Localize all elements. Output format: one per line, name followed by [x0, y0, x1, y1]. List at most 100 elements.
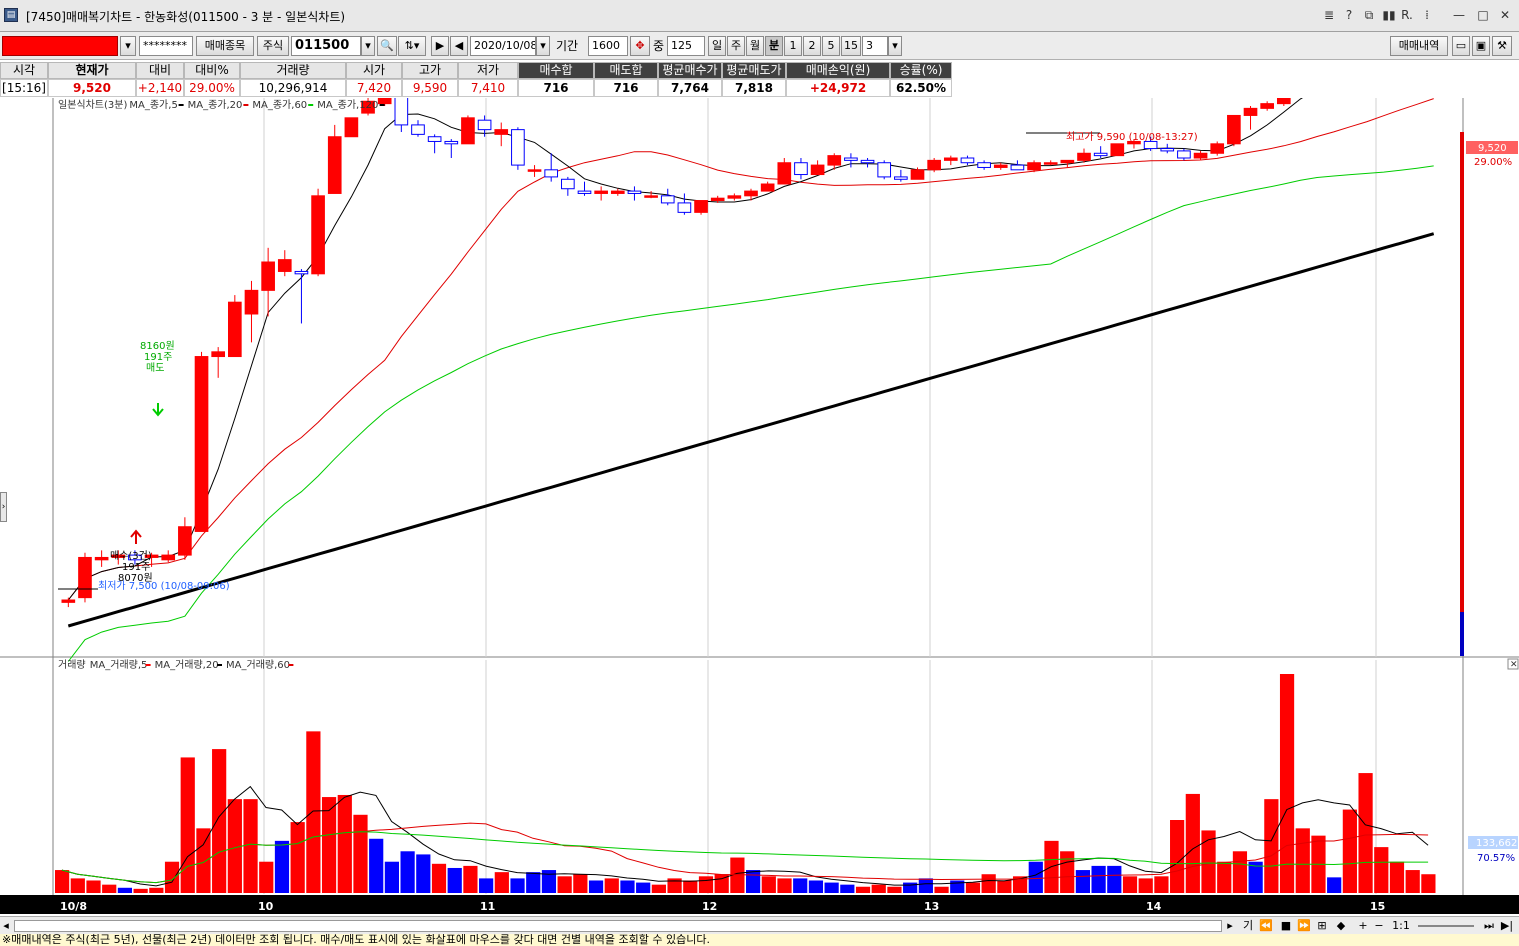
crosshair-icon[interactable]: ✥: [630, 36, 650, 56]
volume-bar-19: [353, 814, 368, 893]
date-input[interactable]: 2020/10/08: [470, 36, 536, 56]
save-icon[interactable]: ▣: [1472, 36, 1490, 56]
tf-15-button[interactable]: 15: [841, 36, 861, 56]
candle-body-32: [594, 190, 608, 194]
candle-body-60: [1060, 159, 1075, 164]
candle-body-73: [1276, 98, 1291, 105]
candle-body-15: [311, 195, 325, 275]
minimize-icon[interactable]: —: [1450, 6, 1468, 24]
volume-bar-0: [55, 870, 70, 893]
volume-bar-51: [855, 886, 871, 893]
price-legend-item-0: 일본식차트(3분): [58, 99, 127, 111]
menu-icon[interactable]: ≣: [1322, 6, 1336, 24]
volume-bar-62: [1028, 861, 1043, 893]
zoom-in-icon[interactable]: +: [1356, 919, 1370, 933]
play-forward-icon[interactable]: ▶: [431, 36, 449, 56]
folder-icon[interactable]: ▭: [1452, 36, 1470, 56]
search-icon[interactable]: 🔍: [377, 36, 397, 56]
volume-bar-2: [86, 880, 101, 893]
volume-bar-64: [1060, 851, 1075, 893]
volume-bar-16: [306, 731, 321, 893]
maximize-icon[interactable]: □: [1474, 6, 1492, 24]
volume-bar-74: [1217, 861, 1232, 893]
count-input[interactable]: 125: [667, 36, 705, 56]
zoom-slider[interactable]: [1418, 925, 1474, 927]
quote-header-4: 거래량: [240, 62, 346, 79]
side-panel-toggle[interactable]: ›: [0, 492, 7, 522]
rewind-icon[interactable]: ⏪: [1258, 919, 1274, 933]
tf-month-button[interactable]: 월: [746, 36, 764, 56]
volume-bar-21: [384, 861, 399, 893]
volume-legend-swatch-3: [288, 664, 294, 666]
period-icon[interactable]: 기: [1242, 919, 1254, 933]
candle-body-45: [810, 164, 825, 176]
wrench-icon[interactable]: ⚒: [1492, 36, 1512, 56]
sort-icon[interactable]: ⇅▾: [398, 36, 426, 56]
tf-day-button[interactable]: 일: [708, 36, 726, 56]
candle-body-25: [477, 119, 492, 131]
tf-dropdown-icon[interactable]: ▾: [888, 36, 902, 56]
volume-bar-65: [1075, 870, 1090, 893]
candle-body-63: [1110, 143, 1125, 157]
volume-bar-58: [965, 882, 981, 893]
buy-marker-price: 8070원: [118, 572, 153, 584]
password-field[interactable]: ********: [139, 36, 193, 56]
fast-forward-icon[interactable]: ⏩: [1296, 919, 1312, 933]
volume-bar-59: [981, 874, 996, 893]
period-input[interactable]: 1600: [588, 36, 628, 56]
tf-2-button[interactable]: 2: [803, 36, 821, 56]
trade-history-button[interactable]: 매매내역: [1390, 36, 1448, 56]
play-back-icon[interactable]: ◀: [450, 36, 468, 56]
tf-minute-button[interactable]: 분: [765, 36, 783, 56]
quote-value-8: 716: [518, 79, 594, 97]
x-axis-label-6: 15: [1370, 900, 1385, 913]
volume-bar-23: [416, 854, 431, 893]
volume-bar-34: [588, 880, 604, 893]
quote-value-2: +2,140: [136, 79, 184, 97]
chart-canvas[interactable]: 일본식차트(3분) MA_종가,5 MA_종가,20 MA_종가,60 MA_종가,12…: [0, 98, 1519, 918]
more-icon[interactable]: ⁞: [1420, 6, 1434, 24]
volume-bar-83: [1358, 773, 1373, 893]
candle-body-21: [411, 124, 425, 135]
scroll-right-icon[interactable]: ▸: [1224, 919, 1236, 933]
quote-value-5: 7,420: [346, 79, 402, 97]
date-dropdown-icon[interactable]: ▾: [536, 36, 550, 56]
volume-bar-67: [1107, 865, 1122, 893]
x-axis-label-0: 10/8: [60, 900, 87, 913]
close-icon[interactable]: ✕: [1496, 6, 1514, 24]
refresh-icon[interactable]: R.: [1400, 6, 1414, 24]
tf-5-button[interactable]: 5: [822, 36, 840, 56]
volume-bar-36: [620, 880, 635, 893]
quote-header-7: 저가: [458, 62, 518, 79]
help-icon[interactable]: ?: [1342, 6, 1356, 24]
tf-1-button[interactable]: 1: [784, 36, 802, 56]
candle-body-0: [61, 599, 76, 603]
horizontal-scrollbar[interactable]: [14, 920, 1222, 932]
stop-icon[interactable]: ■: [1278, 919, 1294, 933]
price-legend-swatch-3: [308, 104, 314, 106]
go-end-icon[interactable]: ⏭: [1482, 919, 1496, 933]
market-type-button[interactable]: 주식: [257, 36, 289, 56]
chart-type-icon[interactable]: ◆: [1334, 919, 1348, 933]
candle-body-40: [727, 195, 742, 199]
zoom-out-icon[interactable]: −: [1372, 919, 1386, 933]
chart-area[interactable]: 일본식차트(3분) MA_종가,5 MA_종가,20 MA_종가,60 MA_종가,12…: [0, 98, 1519, 918]
zoom-ratio[interactable]: 1:1: [1390, 919, 1412, 933]
tf-week-button[interactable]: 주: [727, 36, 745, 56]
grid-icon[interactable]: ⊞: [1314, 919, 1330, 933]
scroll-left-icon[interactable]: ◂: [0, 919, 12, 933]
tf-custom-input[interactable]: 3: [862, 36, 888, 56]
stock-code-input[interactable]: 011500: [291, 36, 361, 56]
quote-header-1: 현재가: [48, 62, 136, 79]
trade-items-button[interactable]: 매매종목: [196, 36, 254, 56]
account-select[interactable]: [2, 36, 118, 56]
current-volume-label: 133,662: [1476, 838, 1517, 849]
restore-layout-icon[interactable]: ⧉: [1362, 6, 1376, 24]
account-dropdown-icon[interactable]: ▾: [120, 36, 136, 56]
candle-body-14: [294, 270, 309, 275]
tile-icon[interactable]: ▮▮: [1382, 6, 1396, 24]
volume-bar-29: [510, 878, 525, 893]
stock-code-dropdown-icon[interactable]: ▾: [361, 36, 375, 56]
title-bar: ▤ [7450]매매복기차트 - 한농화성(011500 - 3 분 - 일본식…: [0, 0, 1519, 32]
go-last-icon[interactable]: ▶|: [1500, 919, 1514, 933]
